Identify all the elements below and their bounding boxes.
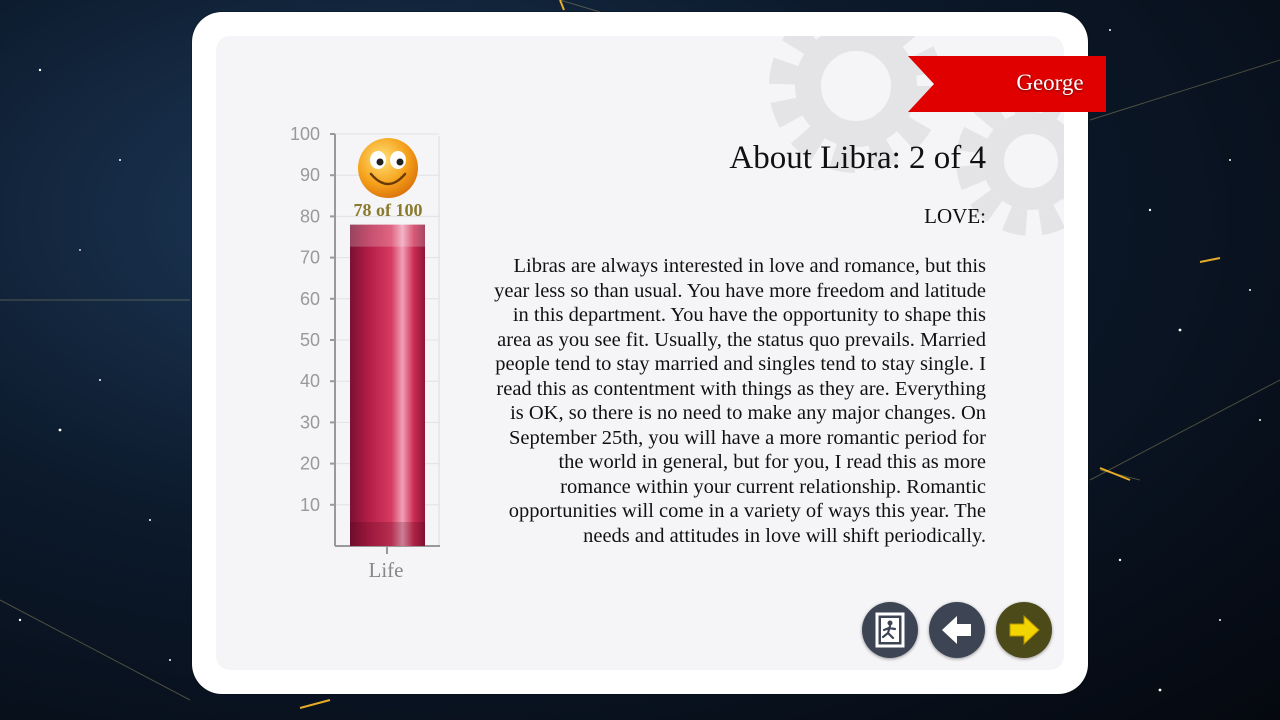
exit-button[interactable] [862,602,918,658]
y-tick-label: 40 [300,371,320,391]
section-heading: LOVE: [924,204,986,228]
page-title: About Libra: 2 of 4 [729,140,986,176]
y-tick-label: 70 [300,248,320,268]
meter-category-label: Life [368,558,404,582]
y-tick-label: 10 [300,495,320,515]
y-tick-label: 30 [300,412,320,432]
arrow-right-icon [1009,614,1040,646]
user-name: George [1016,70,1084,95]
y-tick-label: 50 [300,330,320,350]
life-bar-base [350,522,425,546]
life-meter-chart: 100 90 80 70 60 50 40 30 20 10 [290,124,440,554]
y-tick-label: 90 [300,165,320,185]
y-tick-label: 100 [290,124,320,144]
y-tick-label: 80 [300,206,320,226]
smiley-face-icon [358,138,418,198]
previous-button[interactable] [929,602,985,658]
y-tick-label: 20 [300,454,320,474]
exit-door-icon [875,612,905,648]
life-bar-top [350,224,425,247]
horoscope-body-text: Libras are always interested in love and… [494,255,986,547]
next-button[interactable] [996,602,1052,658]
life-bar [350,224,425,546]
y-tick-label: 60 [300,289,320,309]
arrow-left-icon [942,616,971,644]
meter-score-label: 78 of 100 [353,200,423,220]
